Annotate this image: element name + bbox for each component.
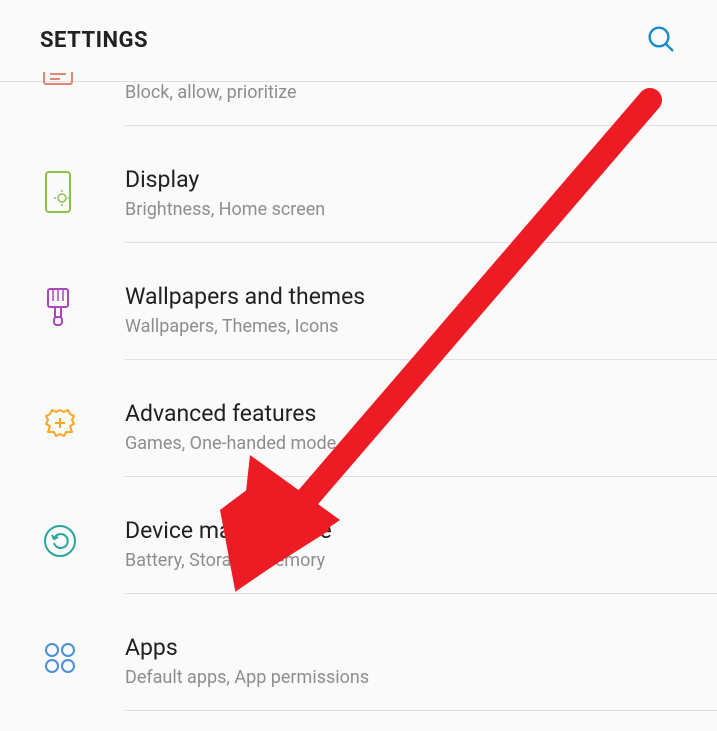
item-subtitle: Block, allow, prioritize xyxy=(125,82,687,103)
brush-icon xyxy=(40,283,125,329)
item-subtitle: Games, One-handed mode xyxy=(125,433,687,454)
notifications-icon xyxy=(40,72,125,90)
power-cycle-icon xyxy=(40,517,125,561)
search-icon[interactable] xyxy=(645,23,677,59)
settings-item-wallpapers[interactable]: Wallpapers and themes Wallpapers, Themes… xyxy=(0,263,717,380)
settings-list: Block, allow, prioritize Display Brightn… xyxy=(0,82,717,731)
settings-item-advanced[interactable]: Advanced features Games, One-handed mode xyxy=(0,380,717,497)
item-subtitle: Default apps, App permissions xyxy=(125,667,687,688)
item-subtitle: Battery, Storage, Memory xyxy=(125,550,687,571)
gear-plus-icon xyxy=(40,400,125,444)
settings-item-notifications[interactable]: Block, allow, prioritize xyxy=(0,82,717,146)
item-title: Device maintenance xyxy=(125,517,687,544)
page-title: SETTINGS xyxy=(40,28,148,53)
display-icon xyxy=(40,166,125,214)
settings-item-display[interactable]: Display Brightness, Home screen xyxy=(0,146,717,263)
header-bar: SETTINGS xyxy=(0,0,717,82)
item-title: Display xyxy=(125,166,687,193)
settings-item-maintenance[interactable]: Device maintenance Battery, Storage, Mem… xyxy=(0,497,717,614)
item-title: Wallpapers and themes xyxy=(125,283,687,310)
apps-icon xyxy=(40,634,125,678)
item-title: Advanced features xyxy=(125,400,687,427)
settings-item-apps[interactable]: Apps Default apps, App permissions xyxy=(0,614,717,731)
item-title: Apps xyxy=(125,634,687,661)
item-subtitle: Wallpapers, Themes, Icons xyxy=(125,316,687,337)
item-subtitle: Brightness, Home screen xyxy=(125,199,687,220)
